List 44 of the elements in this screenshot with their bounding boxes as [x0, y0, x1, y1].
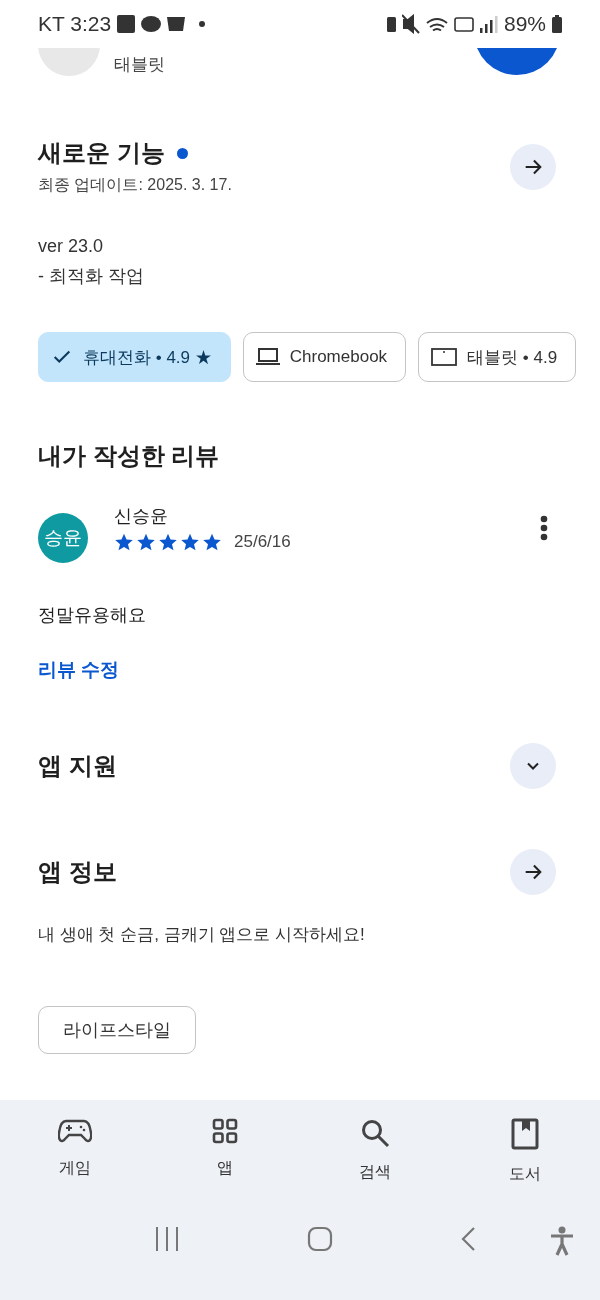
release-note: - 최적화 작업: [38, 265, 145, 288]
gamepad-icon: [58, 1118, 92, 1144]
update-date: 최종 업데이트: 2025. 3. 17.: [38, 175, 232, 195]
user-avatar: 승윤: [38, 513, 88, 563]
section-title: 새로운 기능: [38, 138, 165, 168]
review-text: 정말유용해요: [38, 604, 147, 627]
battery-icon: [552, 15, 562, 33]
section-title: 앱 정보: [38, 857, 117, 887]
device-chip[interactable]: Chromebook: [242, 332, 407, 382]
nav-tab[interactable]: 도서: [450, 1100, 600, 1226]
section-title: 앱 지원: [38, 751, 117, 781]
book-icon: [511, 1118, 539, 1150]
nav-tab[interactable]: 앱: [150, 1100, 300, 1226]
mute-icon: [401, 14, 420, 34]
recent-apps-icon[interactable]: [153, 1226, 180, 1252]
status-time: KT 3:23: [38, 12, 112, 36]
signal-icon: [479, 15, 498, 33]
nav-tab[interactable]: 검색: [300, 1100, 450, 1226]
device-chip[interactable]: 휴대전화 • 4.9 ★: [38, 332, 231, 382]
wifi-icon: [425, 17, 448, 31]
battery-level: 89%: [503, 12, 546, 36]
arrow-button[interactable]: [510, 849, 556, 895]
reviewer-name: 신승윤: [114, 505, 169, 528]
hd-voice-icon: [453, 16, 474, 32]
app-description: 내 생애 첫 순금, 금캐기 앱으로 시작하세요!: [38, 924, 366, 946]
power-saving-icon: [386, 16, 396, 32]
more-notifications-icon: [199, 21, 206, 27]
back-icon[interactable]: [460, 1226, 477, 1252]
search-icon: [360, 1118, 390, 1148]
review-date: 25/6/16: [234, 532, 291, 552]
category-chip[interactable]: 라이프스타일: [38, 1006, 196, 1054]
laptop-icon: [255, 347, 280, 367]
device-chip[interactable]: 태블릿 • 4.9: [418, 332, 577, 382]
apps-grid-icon: [212, 1118, 238, 1144]
edit-review-link[interactable]: 리뷰 수정: [38, 657, 120, 683]
home-icon[interactable]: [307, 1226, 333, 1252]
section-title: 내가 작성한 리뷰: [37, 441, 221, 471]
release-note: ver 23.0: [38, 235, 105, 258]
nav-tab[interactable]: 게임: [0, 1100, 150, 1226]
app-device-label: 태블릿: [114, 54, 165, 76]
arrow-button[interactable]: [510, 143, 556, 190]
more-options-icon[interactable]: [540, 515, 548, 541]
tablet-icon: [431, 347, 458, 367]
accessibility-icon[interactable]: [550, 1226, 574, 1256]
